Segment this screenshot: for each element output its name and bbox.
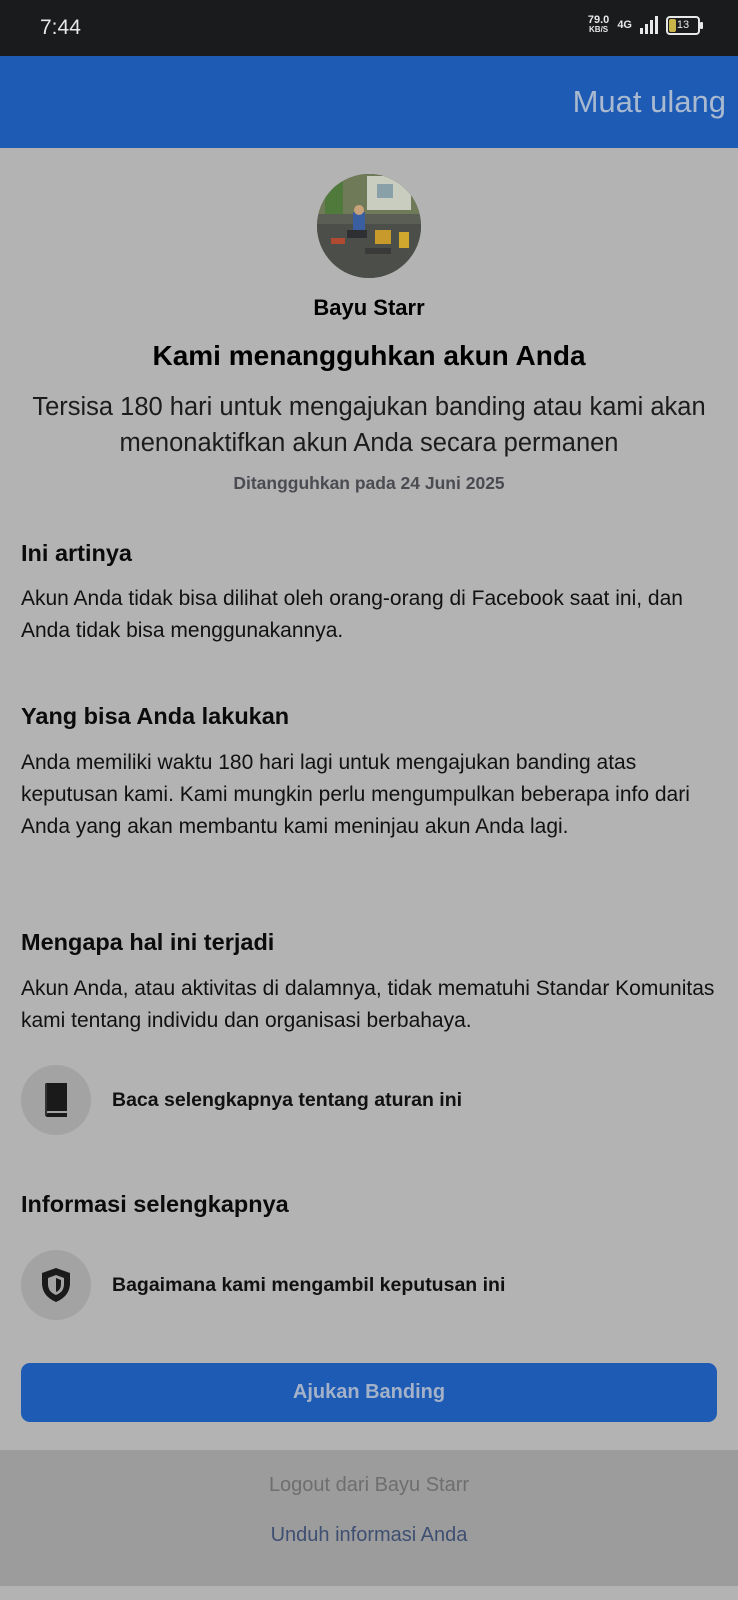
why-text: Akun Anda, atau aktivitas di dalamnya, t… — [21, 977, 715, 1032]
profile-photo — [317, 174, 421, 278]
appeal-deadline-text: Tersisa 180 hari untuk mengajukan bandin… — [32, 393, 706, 457]
status-time: 7:44 — [40, 16, 81, 39]
meaning-text: Akun Anda tidak bisa dilihat oleh orang-… — [21, 587, 683, 642]
battery-level: 13 — [676, 18, 690, 31]
page-title: Kami menangguhkan akun Anda — [152, 340, 586, 371]
can-do-heading: Yang bisa Anda lakukan — [21, 703, 290, 729]
network-speed-value: 79.0 — [587, 14, 610, 26]
decision-info-label: Bagaimana kami mengambil keputusan ini — [112, 1273, 506, 1296]
can-do-text: Anda memiliki waktu 180 hari lagi untuk … — [21, 751, 690, 838]
appeal-button[interactable]: Ajukan Banding — [21, 1363, 717, 1422]
battery-icon: 13 — [666, 15, 703, 35]
logout-link[interactable]: Logout dari Bayu Starr — [0, 1474, 738, 1497]
status-indicators: 79.0 KB/S 4G 13 — [588, 15, 703, 35]
footer: Logout dari Bayu Starr Unduh informasi A… — [0, 1450, 738, 1586]
book-icon — [21, 1065, 91, 1135]
network-type: 4G — [617, 19, 632, 31]
shield-icon — [21, 1250, 91, 1320]
meaning-heading: Ini artinya — [21, 540, 133, 566]
decision-info-link[interactable]: Bagaimana kami mengambil keputusan ini — [21, 1250, 505, 1320]
read-rules-link[interactable]: Baca selengkapnya tentang aturan ini — [21, 1065, 462, 1135]
signal-icon — [640, 16, 658, 34]
network-speed: 79.0 KB/S — [588, 15, 609, 35]
suspension-date: Ditangguhkan pada 24 Juni 2025 — [233, 473, 505, 493]
status-bar: 7:44 79.0 KB/S 4G 13 — [0, 0, 738, 56]
avatar — [317, 174, 421, 278]
read-rules-label: Baca selengkapnya tentang aturan ini — [112, 1088, 463, 1111]
more-info-heading: Informasi selengkapnya — [21, 1191, 289, 1217]
top-bar: Muat ulang — [0, 56, 738, 148]
download-info-link[interactable]: Unduh informasi Anda — [0, 1524, 738, 1547]
profile-name: Bayu Starr — [313, 295, 425, 320]
network-speed-unit: KB/S — [589, 25, 609, 34]
reload-button[interactable]: Muat ulang — [573, 84, 726, 120]
why-heading: Mengapa hal ini terjadi — [21, 929, 275, 955]
